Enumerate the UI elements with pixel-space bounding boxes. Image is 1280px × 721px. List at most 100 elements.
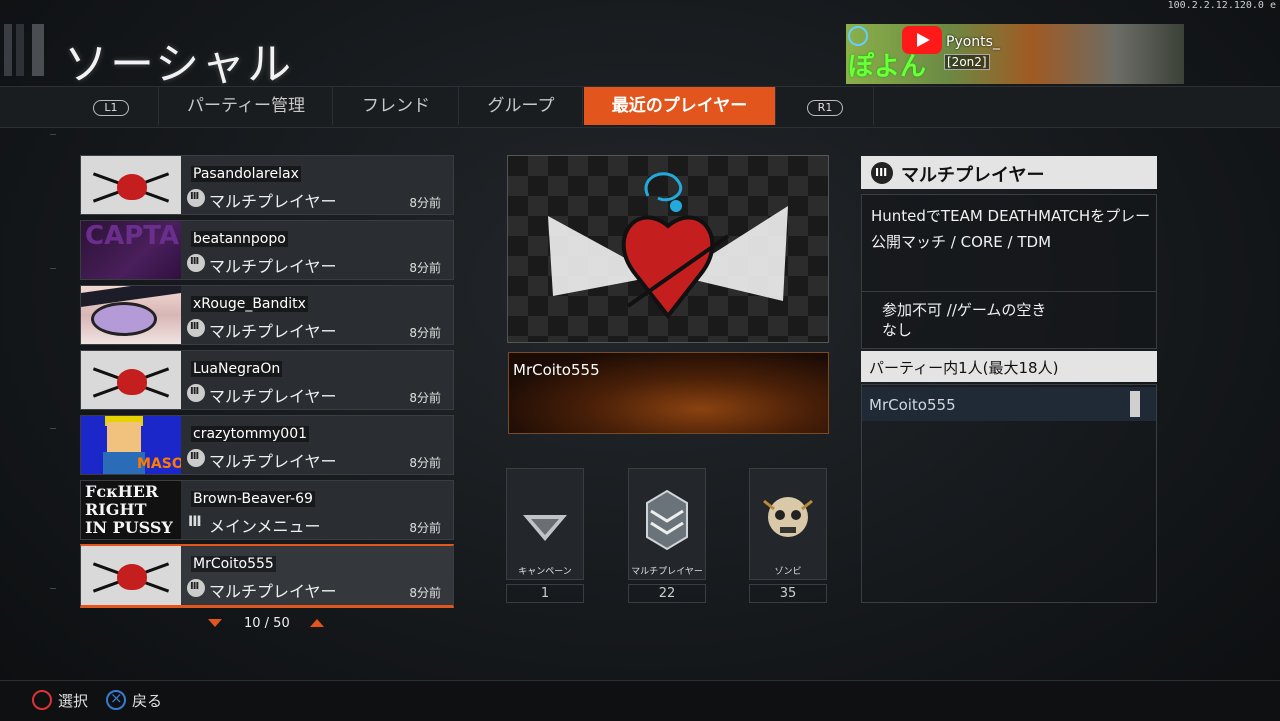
campaign-rank-value: 1 xyxy=(506,584,584,603)
player-emblem xyxy=(81,351,181,409)
player-name: LuaNegraOn xyxy=(191,361,283,377)
selected-player-emblem xyxy=(507,155,829,343)
select-label: 選択 xyxy=(58,692,89,710)
page-title: ソーシャル xyxy=(64,39,294,90)
player-row[interactable]: CAPTAIN beatannpopo マルチプレイヤー 8分前 xyxy=(80,220,454,280)
player-emblem xyxy=(81,156,181,214)
emblem-text: CAPTAIN xyxy=(85,221,181,251)
player-row-selected[interactable]: MrCoito555 マルチプレイヤー 8分前 xyxy=(80,544,454,608)
last-seen: 8分前 xyxy=(409,196,441,210)
emblem-text: MASO xyxy=(137,456,181,472)
player-name: Pasandolarelax xyxy=(191,166,301,182)
activity-header: マルチプレイヤー xyxy=(861,156,1157,189)
page-down-arrow-icon[interactable] xyxy=(208,619,222,627)
l1-button[interactable]: L1 xyxy=(64,87,159,125)
multiplayer-icon xyxy=(187,449,205,467)
page-up-arrow-icon[interactable] xyxy=(310,619,324,627)
multiplayer-rank: マルチプレイヤー xyxy=(628,468,706,580)
tab-groups[interactable]: グループ xyxy=(460,87,583,125)
player-status: マルチプレイヤー xyxy=(209,257,337,276)
last-seen: 8分前 xyxy=(409,586,441,600)
activity-playlist: 公開マッチ / CORE / TDM xyxy=(871,233,1052,251)
r1-label: R1 xyxy=(806,100,844,116)
player-emblem: MASO xyxy=(81,416,181,474)
join-status-detail: なし xyxy=(882,321,913,339)
player-row[interactable]: MASO crazytommy001 マルチプレイヤー 8分前 xyxy=(80,415,454,475)
zombies-rank: ゾンビ xyxy=(749,468,827,580)
main-menu-icon xyxy=(187,514,205,532)
back-label: 戻る xyxy=(132,692,163,710)
pager: 10 / 50 xyxy=(200,614,330,634)
last-seen: 8分前 xyxy=(409,261,441,275)
player-name: Brown-Beaver-69 xyxy=(191,491,315,507)
player-row[interactable]: Pasandolarelax マルチプレイヤー 8分前 xyxy=(80,155,454,215)
last-seen: 8分前 xyxy=(409,521,441,535)
tab-bar: L1 パーティー管理 フレンド グループ 最近のプレイヤー R1 xyxy=(0,86,1280,128)
activity-details: HuntedでTEAM DEATHMATCHをプレー 公開マッチ / CORE … xyxy=(861,194,1157,349)
activity-description: HuntedでTEAM DEATHMATCHをプレー xyxy=(871,207,1151,225)
sidebar-rail xyxy=(30,128,60,668)
multiplayer-icon xyxy=(871,162,893,184)
player-status: マルチプレイヤー xyxy=(209,387,337,406)
streamer-overlay: ぽよん Pyonts_ [2on2] xyxy=(846,24,1184,84)
player-emblem: FᴄᴋHER RIGHT IN PUSSY xyxy=(81,481,181,539)
r1-button[interactable]: R1 xyxy=(777,87,874,125)
party-member[interactable]: MrCoito555 xyxy=(862,387,1156,421)
circle-button-icon xyxy=(32,690,52,710)
player-name: xRouge_Banditx xyxy=(191,296,308,312)
multiplayer-icon xyxy=(187,384,205,402)
cross-button-icon xyxy=(106,689,126,710)
player-emblem: CAPTAIN xyxy=(81,221,181,279)
player-row[interactable]: xRouge_Banditx マルチプレイヤー 8分前 xyxy=(80,285,454,345)
zombies-rank-value: 35 xyxy=(749,584,827,603)
player-row[interactable]: LuaNegraOn マルチプレイヤー 8分前 xyxy=(80,350,454,410)
multiplayer-icon xyxy=(187,319,205,337)
tab-friends[interactable]: フレンド xyxy=(334,87,459,125)
page-indicator: 10 / 50 xyxy=(244,616,290,631)
scrollbar[interactable] xyxy=(1130,391,1140,417)
party-member-name: MrCoito555 xyxy=(869,396,956,414)
title-decoration xyxy=(0,18,55,80)
player-status: マルチプレイヤー xyxy=(209,452,337,471)
select-hint[interactable]: 選択 xyxy=(32,690,88,711)
party-size: パーティー内1人(最大18人) xyxy=(869,359,1059,377)
activity-title: マルチプレイヤー xyxy=(901,165,1045,186)
player-name: crazytommy001 xyxy=(191,426,310,442)
l1-label: L1 xyxy=(93,100,129,116)
player-status: メインメニュー xyxy=(209,517,321,536)
player-name: beatannpopo xyxy=(191,231,288,247)
multiplayer-rank-value: 22 xyxy=(628,584,706,603)
youtube-icon xyxy=(902,26,942,54)
player-status: マルチプレイヤー xyxy=(209,192,337,211)
zombies-rank-label: ゾンビ xyxy=(774,567,802,577)
last-seen: 8分前 xyxy=(409,391,441,405)
join-status: 参加不可 //ゲームの空き xyxy=(882,301,1047,319)
last-seen: 8分前 xyxy=(409,456,441,470)
player-row[interactable]: FᴄᴋHER RIGHTIN PUSSY Brown-Beaver-69 メイン… xyxy=(80,480,454,540)
multiplayer-icon xyxy=(187,254,205,272)
magnifier-icon xyxy=(848,26,868,46)
last-seen: 8分前 xyxy=(409,326,441,340)
player-status: マルチプレイヤー xyxy=(209,582,337,601)
streamer-name: Pyonts_ xyxy=(946,34,1000,50)
streamer-tag: [2on2] xyxy=(944,54,990,70)
multiplayer-icon xyxy=(187,189,205,207)
campaign-rank-label: キャンペーン xyxy=(518,567,572,577)
campaign-rank: キャンペーン xyxy=(506,468,584,580)
party-header: パーティー内1人(最大18人) xyxy=(861,351,1157,382)
multiplayer-icon xyxy=(187,579,205,597)
calling-card-name: MrCoito555 xyxy=(513,361,600,379)
emblem-text-line: IN PUSSY xyxy=(85,518,173,537)
player-emblem xyxy=(81,546,181,605)
player-emblem xyxy=(81,286,181,344)
party-member-list: MrCoito555 xyxy=(861,384,1157,603)
player-status: マルチプレイヤー xyxy=(209,322,337,341)
emblem-text-line: FᴄᴋHER RIGHT xyxy=(85,482,159,519)
version-text: 100.2.2.12.120.0 e xyxy=(1167,0,1276,11)
back-hint[interactable]: 戻る xyxy=(106,689,163,711)
player-name: MrCoito555 xyxy=(191,556,276,572)
tab-recent-players[interactable]: 最近のプレイヤー xyxy=(584,87,776,125)
footer: 選択 戻る xyxy=(0,680,1280,721)
tab-party[interactable]: パーティー管理 xyxy=(160,87,333,125)
multiplayer-rank-label: マルチプレイヤー xyxy=(631,567,703,577)
